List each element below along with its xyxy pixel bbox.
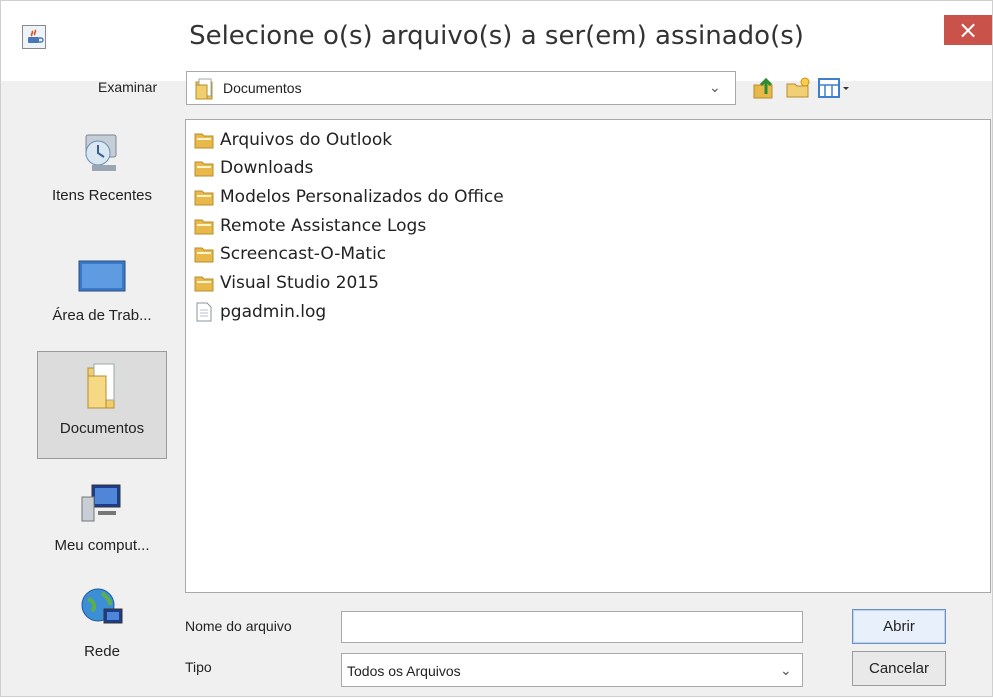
desktop-icon <box>78 260 126 292</box>
file-name: Visual Studio 2015 <box>220 273 379 293</box>
place-label: Área de Trab... <box>52 307 152 324</box>
place-label: Documentos <box>59 420 145 437</box>
folder-icon <box>194 133 214 149</box>
cancel-button[interactable]: Cancelar <box>852 651 946 686</box>
filename-label: Nome do arquivo <box>185 618 292 634</box>
file-name: Arquivos do Outlook <box>220 130 393 150</box>
open-button[interactable]: Abrir <box>852 609 946 644</box>
place-recent-items[interactable]: Itens Recentes <box>37 129 167 229</box>
file-list[interactable]: Arquivos do Outlook Downloads Modelos Pe… <box>185 119 991 593</box>
look-in-value: Documentos <box>223 80 302 96</box>
file-name: pgadmin.log <box>220 302 327 322</box>
look-in-combo[interactable]: Documentos ⌄ <box>186 71 736 105</box>
chevron-down-icon[interactable]: ⌄ <box>709 79 721 96</box>
filetype-select[interactable]: Todos os Arquivos ⌄ <box>341 653 803 687</box>
documents-folder-icon <box>195 78 213 100</box>
folder-icon <box>194 190 214 206</box>
recent-items-icon <box>85 134 117 171</box>
list-item[interactable]: Remote Assistance Logs <box>194 214 594 240</box>
file-name: Downloads <box>220 158 314 178</box>
computer-icon <box>81 484 121 522</box>
places-bar: Itens Recentes Área de Trab... Documento… <box>37 119 167 699</box>
folder-icon <box>194 276 214 292</box>
look-in-label: Examinar <box>98 79 158 95</box>
folder-icon <box>194 219 214 235</box>
title-bar[interactable]: Selecione o(s) arquivo(s) a ser(em) assi… <box>1 1 992 81</box>
place-network[interactable]: Rede <box>37 585 167 685</box>
toolbar <box>751 73 871 105</box>
file-icon <box>196 302 212 322</box>
list-item[interactable]: Screencast-O-Matic <box>194 242 594 268</box>
file-chooser-dialog: Selecione o(s) arquivo(s) a ser(em) assi… <box>0 0 993 697</box>
folder-icon <box>194 247 214 263</box>
place-desktop[interactable]: Área de Trab... <box>37 249 167 349</box>
filename-input[interactable] <box>341 611 803 643</box>
filetype-value: Todos os Arquivos <box>347 663 461 679</box>
file-name: Remote Assistance Logs <box>220 216 427 236</box>
file-name: Screencast-O-Matic <box>220 244 387 264</box>
place-label: Itens Recentes <box>51 187 153 204</box>
documents-icon <box>87 363 115 409</box>
network-icon <box>81 588 123 624</box>
close-button[interactable]: × <box>944 15 992 45</box>
chevron-down-icon[interactable]: ⌄ <box>780 662 792 679</box>
place-documents[interactable]: Documentos <box>37 351 167 459</box>
place-label: Meu comput... <box>54 537 150 554</box>
place-label: Rede <box>84 643 120 660</box>
list-item[interactable]: pgadmin.log <box>194 300 594 326</box>
dialog-title: Selecione o(s) arquivo(s) a ser(em) assi… <box>189 21 804 51</box>
view-menu-icon[interactable] <box>817 75 851 101</box>
list-item[interactable]: Visual Studio 2015 <box>194 271 594 297</box>
filetype-label: Tipo <box>185 659 212 675</box>
place-computer[interactable]: Meu comput... <box>37 479 167 579</box>
file-name: Modelos Personalizados do Office <box>220 187 504 207</box>
list-item[interactable]: Downloads <box>194 156 594 182</box>
list-item[interactable]: Arquivos do Outlook <box>194 128 594 154</box>
up-one-level-icon[interactable] <box>751 75 777 101</box>
close-icon: × <box>957 16 979 44</box>
new-folder-icon[interactable] <box>785 75 811 101</box>
list-item[interactable]: Modelos Personalizados do Office <box>194 185 594 211</box>
folder-icon <box>194 161 214 177</box>
